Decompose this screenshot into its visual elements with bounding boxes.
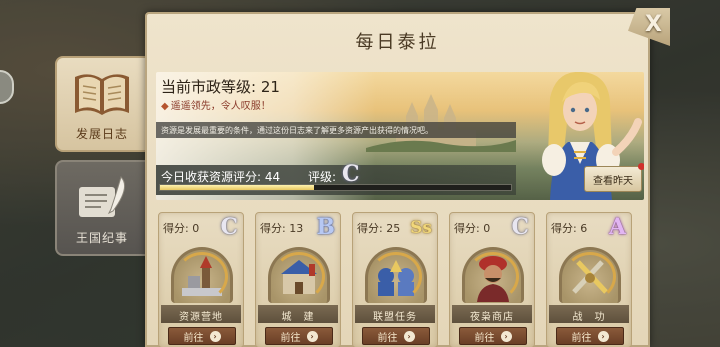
notification-dot <box>638 163 644 170</box>
go-button-label: 前往 <box>571 332 592 344</box>
card-score: 得分: 6 <box>551 222 588 235</box>
tab-kingdom-chronicle[interactable]: 王国纪事 <box>55 160 147 256</box>
card-name: 资源营地 <box>161 305 241 323</box>
tab-label: 王国纪事 <box>75 231 128 245</box>
book-icon <box>71 69 133 119</box>
go-button[interactable]: 前往 › <box>265 327 333 345</box>
arrow-right-icon: › <box>403 330 415 342</box>
score-progress-fill <box>160 185 315 190</box>
card-name: 战 功 <box>549 305 629 323</box>
arrow-right-icon: › <box>306 330 318 342</box>
go-button[interactable]: 前往 › <box>459 327 527 345</box>
card-military-merit: 得分: 6 A 战 功 前往 › <box>546 212 632 347</box>
merchant-icon <box>462 247 524 303</box>
view-yesterday-button[interactable]: 查看昨天 <box>584 166 642 192</box>
card-score: 得分: 13 <box>260 222 304 235</box>
card-owl-shop: 得分: 0 C 夜枭商店 前往 › <box>449 212 535 347</box>
go-button-label: 前往 <box>474 332 495 344</box>
go-button[interactable]: 前往 › <box>362 327 430 345</box>
lead-text-label: 遥遥领先，令人叹服！ <box>170 101 271 112</box>
card-score: 得分: 25 <box>357 222 401 235</box>
diamond-icon: ◆ <box>161 101 169 112</box>
daily-score-row: 今日收获资源评分: 44 评级: C <box>156 161 516 195</box>
go-button-label: 前往 <box>377 332 398 344</box>
tab-label: 发展日志 <box>75 127 128 141</box>
go-button-label: 前往 <box>183 332 204 344</box>
card-name: 夜枭商店 <box>452 305 532 323</box>
summary-banner: 当前市政等级: 21 ◆ 遥遥领先，令人叹服！ 资源是发展最重要的条件，通过这份日… <box>156 72 644 200</box>
crossed-swords-icon <box>559 247 621 303</box>
resource-camp-icon <box>171 247 233 303</box>
card-city-building: 得分: 13 B 城 建 前往 › <box>255 212 341 347</box>
go-button-label: 前往 <box>280 332 301 344</box>
civic-level-text: 当前市政等级: 21 <box>161 78 280 96</box>
card-grade: C <box>511 214 529 240</box>
card-score: 得分: 0 <box>454 222 491 235</box>
go-button[interactable]: 前往 › <box>556 327 624 345</box>
card-grade: Ss <box>410 218 432 238</box>
tab-development-log[interactable]: 发展日志 <box>55 56 147 152</box>
card-grade: B <box>316 214 335 240</box>
card-grade: A <box>608 214 626 240</box>
card-name: 城 建 <box>258 305 338 323</box>
card-name: 联盟任务 <box>355 305 435 323</box>
alliance-task-icon <box>365 247 427 303</box>
daily-score-label: 今日收获资源评分: 44 <box>161 170 281 184</box>
daily-terra-panel: 每日泰拉 当前市政等级: 21 ◆ 遥遥领先，令人叹服！ 资源是发展最重要的条件，… <box>145 12 650 347</box>
card-resource-camp: 得分: 0 C 资源营地 前往 › <box>158 212 244 347</box>
card-score: 得分: 0 <box>163 222 200 235</box>
arrow-right-icon: › <box>500 330 512 342</box>
arrow-right-icon: › <box>597 330 609 342</box>
description-text: 资源是发展最重要的条件，通过这份日志来了解更多资源产出获得的情况吧。 <box>156 122 516 138</box>
score-progress-bar <box>159 184 512 191</box>
city-building-icon <box>268 247 330 303</box>
go-button[interactable]: 前往 › <box>168 327 236 345</box>
card-alliance-task: 得分: 25 Ss 联盟任务 前往 › <box>352 212 438 347</box>
panel-title: 每日泰拉 <box>355 32 440 53</box>
rating-label: 评级: <box>308 170 337 184</box>
arrow-right-icon: › <box>209 330 221 342</box>
lead-text: ◆ 遥遥领先，令人叹服！ <box>161 97 271 112</box>
card-grade: C <box>220 214 238 240</box>
quill-icon <box>71 173 133 223</box>
